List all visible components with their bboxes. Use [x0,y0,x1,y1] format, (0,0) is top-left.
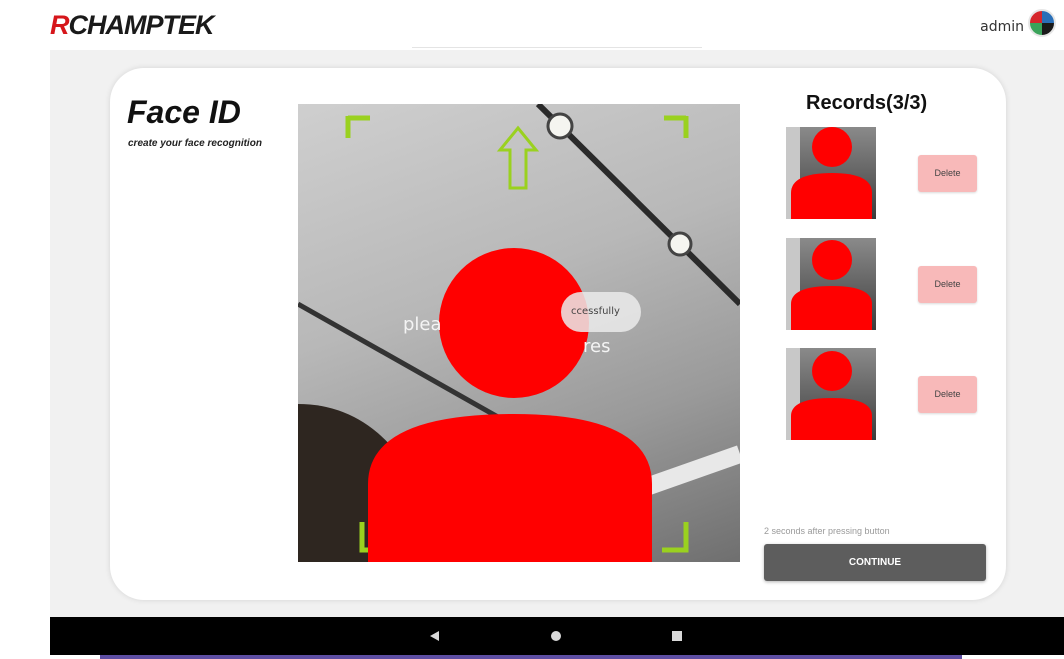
avatar[interactable] [1028,9,1056,37]
record-thumbnail [786,348,876,440]
page-subtitle: create your face recognition [128,138,262,149]
bottom-edge-strip [100,655,962,659]
app-header: RCHAMPTEK admin [0,0,1064,50]
record-thumbnail [786,238,876,330]
redacted-body [791,398,872,440]
continue-button[interactable]: CONTINUE [764,544,986,581]
camera-preview [298,104,740,562]
record-image [786,348,872,440]
record-thumbnail [786,127,876,219]
camera-toast: ccessfully [561,292,641,332]
frame-corner-icon [345,115,370,138]
camera-instruction-left: plea [403,314,442,335]
record-image [786,238,872,330]
ceiling-light [667,231,693,257]
triangle-back-icon[interactable] [430,631,439,641]
continue-hint: 2 seconds after pressing button [764,526,890,536]
arrow-up-icon [496,125,540,190]
delete-record-button[interactable]: Delete [918,376,977,413]
brand-logo: RCHAMPTEK [50,10,215,40]
ceiling-light [546,112,574,140]
records-title: Records(3/3) [806,92,928,114]
redacted-body [791,286,872,330]
redacted-face [812,240,852,280]
frame-corner-icon [664,115,689,138]
frame-corner-icon [662,522,689,553]
page-title: Face ID [127,94,241,130]
record-image [786,127,872,219]
delete-record-button[interactable]: Delete [918,266,977,303]
redacted-body [791,173,872,219]
redacted-face [812,127,852,167]
redacted-face [812,351,852,391]
user-name[interactable]: admin [980,19,1024,35]
square-recent-icon[interactable] [672,631,682,641]
redacted-body [368,414,652,562]
delete-record-button[interactable]: Delete [918,155,977,192]
circle-home-icon[interactable] [551,631,561,641]
camera-scene [298,104,740,562]
header-divider [412,47,702,48]
camera-instruction-right: res [583,336,611,357]
